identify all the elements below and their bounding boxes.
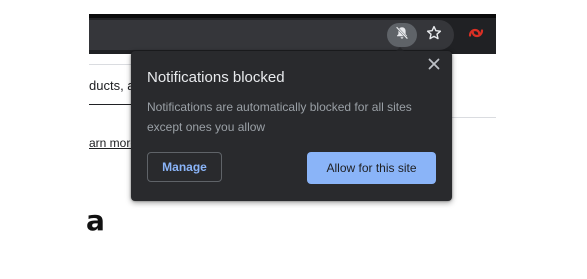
manage-button[interactable]: Manage <box>147 152 222 182</box>
page-divider-right <box>451 117 496 118</box>
allow-for-this-site-button[interactable]: Allow for this site <box>307 152 436 184</box>
close-button[interactable] <box>426 58 442 74</box>
extension-icon <box>467 24 485 47</box>
dialog-title: Notifications blocked <box>147 69 285 86</box>
notifications-blocked-button[interactable] <box>387 23 417 47</box>
star-icon <box>426 25 442 46</box>
bell-off-icon <box>394 25 410 46</box>
notifications-blocked-dialog: Notifications blocked Notifications are … <box>131 51 452 201</box>
page-heading-fragment: a <box>86 204 105 237</box>
page-rule <box>89 104 135 105</box>
dialog-description: Notifications are automatically blocked … <box>147 100 412 134</box>
extension-button[interactable] <box>464 23 488 47</box>
toolbar-top-edge <box>89 14 496 18</box>
close-icon <box>428 57 440 75</box>
bookmark-button[interactable] <box>422 23 446 47</box>
learn-more-link[interactable]: arn more <box>89 136 137 150</box>
screen: ducts, a arn more a Notifications blocke… <box>0 0 587 279</box>
page-text-fragment: ducts, a <box>89 78 135 93</box>
